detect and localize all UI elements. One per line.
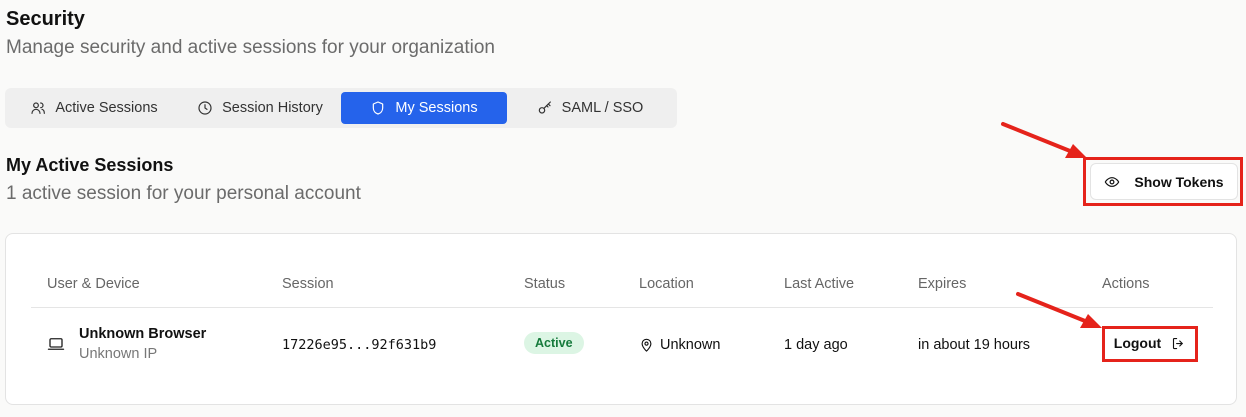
location: Unknown [639, 337, 720, 353]
clock-icon [198, 101, 212, 115]
column-header-expires: Expires [918, 276, 967, 292]
page-subtitle: Manage security and active sessions for … [6, 37, 495, 58]
tab-label: SAML / SSO [561, 100, 644, 116]
key-icon [538, 101, 551, 114]
tab-label: Active Sessions [55, 100, 158, 116]
map-pin-icon [641, 338, 652, 352]
ip-address: Unknown IP [79, 346, 158, 362]
column-header-last-active: Last Active [784, 276, 855, 292]
expires: in about 19 hours [918, 337, 1031, 353]
tab-label: Session History [222, 100, 323, 116]
browser-name: Unknown Browser [79, 326, 207, 342]
page-title: Security [6, 8, 85, 30]
laptop-icon [47, 336, 65, 352]
section-subtitle: 1 active session for your personal accou… [6, 183, 361, 204]
session-id: 17226e95...92f631b9 [282, 337, 437, 353]
shield-icon [373, 101, 384, 115]
last-active: 1 day ago [784, 337, 848, 353]
status-badge: Active [524, 332, 584, 354]
annotation-box-show-tokens [1083, 157, 1243, 206]
tab-bar: Active Sessions Session History My Sessi… [5, 88, 677, 128]
users-icon [31, 102, 46, 114]
tab-active-sessions[interactable]: Active Sessions [9, 92, 179, 124]
tab-saml-sso[interactable]: SAML / SSO [507, 92, 673, 124]
tab-label: My Sessions [395, 100, 478, 116]
column-header-status: Status [524, 276, 566, 292]
annotation-arrow-show-tokens [1001, 122, 1087, 158]
column-header-user-device: User & Device [47, 276, 140, 292]
column-header-session: Session [282, 276, 334, 292]
annotation-arrow-logout [1016, 292, 1102, 328]
tab-my-sessions[interactable]: My Sessions [341, 92, 507, 124]
location-label: Unknown [660, 337, 721, 353]
column-header-location: Location [639, 276, 694, 292]
tab-session-history[interactable]: Session History [179, 92, 341, 124]
section-title: My Active Sessions [6, 155, 174, 175]
annotation-box-logout [1102, 326, 1198, 362]
